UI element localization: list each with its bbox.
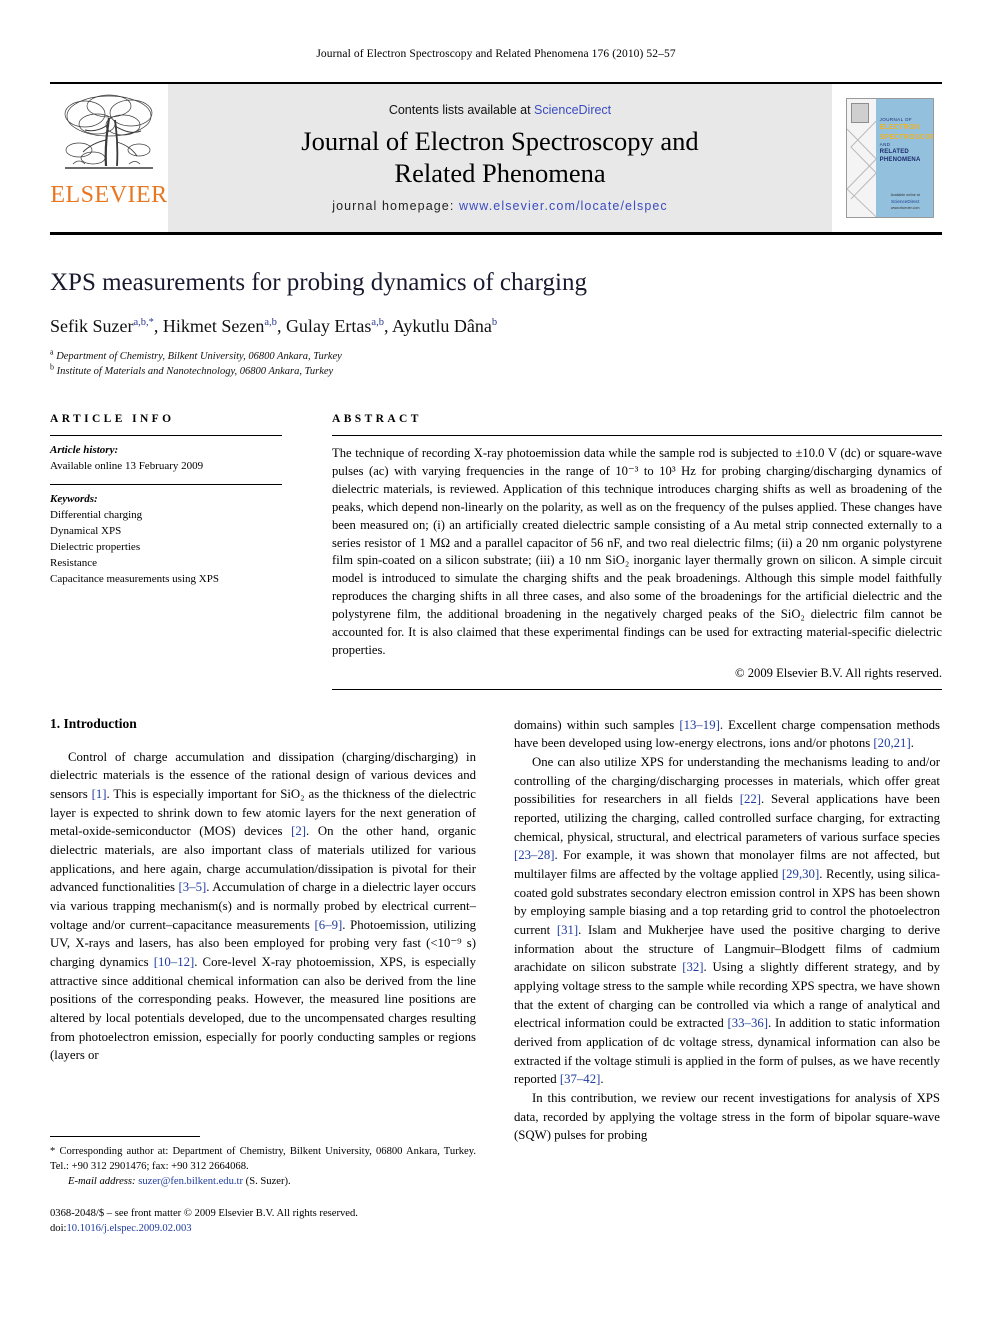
author-list: Sefik Suzera,b,*, Hikmet Sezena,b, Gulay… <box>50 315 498 336</box>
divider <box>332 688 942 690</box>
journal-title-line-1: Journal of Electron Spectroscopy and <box>301 125 699 156</box>
abstract-copyright: © 2009 Elsevier B.V. All rights reserved… <box>735 665 942 680</box>
affiliation-item: a Department of Chemistry, Bilkent Unive… <box>50 347 942 364</box>
citation-ref[interactable]: [32] <box>682 960 703 974</box>
journal-cover-cell: JOURNAL OF ELECTRON SPECTROSCOPY AND REL… <box>832 84 942 232</box>
affiliation-text: Institute of Materials and Nanotechnolog… <box>56 365 334 377</box>
article-history-value: Available online 13 February 2009 <box>50 460 204 473</box>
cover-line-3: SPECTROSCOPY <box>879 133 933 141</box>
affiliation-marker: b <box>50 362 54 372</box>
body-column-right: domains) within such samples [13–19]. Ex… <box>514 716 940 1145</box>
citation-ref[interactable]: [2] <box>291 824 306 838</box>
keywords-label: Keywords: <box>50 493 98 506</box>
section-heading-introduction: 1. Introduction <box>50 715 137 731</box>
cover-line-2: ELECTRON <box>879 124 920 132</box>
keyword-item: Capacitance measurements using XPS <box>50 572 219 585</box>
author-name: Hikmet Sezen <box>162 315 265 336</box>
article-info-heading: ARTICLE INFO <box>50 413 175 426</box>
article-info-column: ARTICLE INFO Article history: Available … <box>50 413 282 690</box>
doi-line: doi:10.1016/j.elspec.2009.02.003 <box>50 1221 476 1236</box>
title-block: XPS measurements for probing dynamics of… <box>50 269 942 379</box>
issn-copyright-block: 0368-2048/$ – see front matter © 2009 El… <box>50 1206 476 1237</box>
citation-ref[interactable]: [13–19] <box>679 718 720 732</box>
doi-label: doi: <box>50 1223 67 1235</box>
page-title: XPS measurements for probing dynamics of… <box>50 269 587 296</box>
running-head: Journal of Electron Spectroscopy and Rel… <box>316 48 676 60</box>
cover-footer-text: Available online at ScienceDirect www.el… <box>881 193 929 211</box>
info-abstract-section: ARTICLE INFO Article history: Available … <box>50 413 942 690</box>
journal-title-line-2: Related Phenomena <box>394 158 606 188</box>
email-suffix: (S. Suzer). <box>245 1175 291 1187</box>
affiliation-list: a Department of Chemistry, Bilkent Unive… <box>50 347 942 379</box>
citation-ref[interactable]: [22] <box>740 792 761 806</box>
citation-ref[interactable]: [37–42] <box>560 1072 601 1086</box>
author-affil-marker: a,b <box>371 316 384 328</box>
sciencedirect-link[interactable]: ScienceDirect <box>534 103 611 117</box>
affiliation-marker: a <box>50 347 54 357</box>
footnote-area: * Corresponding author at: Department of… <box>50 1135 476 1237</box>
citation-ref[interactable]: [23–28] <box>514 848 555 862</box>
body-columns: 1. Introduction Control of charge accumu… <box>50 715 942 1234</box>
cover-elsevier-badge <box>851 103 869 123</box>
elsevier-tree-icon <box>64 94 153 169</box>
citation-ref[interactable]: [10–12] <box>154 955 195 969</box>
email-link[interactable]: suzer@fen.bilkent.edu.tr <box>138 1176 243 1187</box>
contents-prefix: Contents lists available at <box>388 102 535 117</box>
citation-ref[interactable]: [1] <box>92 787 107 801</box>
keywords-block: Keywords: Differential charging Dynamica… <box>50 485 282 597</box>
article-history-label: Article history: <box>50 444 119 457</box>
author-name: Gulay Ertas <box>285 315 372 336</box>
journal-title: Journal of Electron Spectroscopy and Rel… <box>301 125 698 190</box>
author-affil-marker: a,b,* <box>133 316 154 328</box>
keyword-item: Dynamical XPS <box>50 524 122 537</box>
citation-ref[interactable]: [6–9] <box>315 918 343 932</box>
journal-masthead: ELSEVIER Contents lists available at Sci… <box>50 82 942 235</box>
cover-title-text: JOURNAL OF ELECTRON SPECTROSCOPY AND REL… <box>879 117 933 164</box>
paragraph: Control of charge accumulation and dissi… <box>50 749 477 1063</box>
homepage-label: journal homepage: <box>332 199 455 214</box>
citation-ref[interactable]: [31] <box>557 923 578 937</box>
affiliation-text: Department of Chemistry, Bilkent Univers… <box>56 350 342 362</box>
citation-ref[interactable]: [29,30] <box>782 867 819 881</box>
author-name: Sefik Suzer <box>50 315 134 336</box>
cover-foot-3: www.elsevier.com <box>890 205 920 210</box>
paragraph: In this contribution, we review our rece… <box>514 1091 940 1143</box>
issn-line: 0368-2048/$ – see front matter © 2009 El… <box>50 1207 358 1219</box>
affiliation-item: b Institute of Materials and Nanotechnol… <box>50 362 942 379</box>
homepage-url-link[interactable]: www.elsevier.com/locate/elspec <box>459 199 668 213</box>
keyword-item: Resistance <box>50 556 98 569</box>
abstract-column: ABSTRACT The technique of recording X-ra… <box>332 413 942 690</box>
footnote-divider <box>50 1135 200 1137</box>
keyword-item: Dielectric properties <box>50 540 141 553</box>
masthead-center: Contents lists available at ScienceDirec… <box>168 84 832 232</box>
abstract-heading: ABSTRACT <box>332 413 422 426</box>
doi-link[interactable]: 10.1016/j.elspec.2009.02.003 <box>66 1223 191 1234</box>
abstract-text: The technique of recording X-ray photoem… <box>332 446 942 657</box>
author-affil-marker: b <box>491 316 498 328</box>
article-history-block: Article history: Available online 13 Feb… <box>50 436 282 484</box>
article-page: Journal of Electron Spectroscopy and Rel… <box>0 0 992 1323</box>
citation-ref[interactable]: [3–5] <box>179 880 207 894</box>
citation-ref[interactable]: [20,21] <box>873 736 910 750</box>
cover-foot-2: ScienceDirect <box>891 198 920 204</box>
journal-homepage-line: journal homepage: www.elsevier.com/locat… <box>332 199 668 213</box>
journal-cover-thumbnail: JOURNAL OF ELECTRON SPECTROSCOPY AND REL… <box>846 98 934 218</box>
corresponding-author-note: * Corresponding author at: Department of… <box>50 1144 476 1189</box>
paragraph: One can also utilize XPS for understandi… <box>514 755 941 1087</box>
elsevier-logo: ELSEVIER <box>50 84 168 232</box>
email-label: E-mail address: <box>68 1175 136 1187</box>
corresponding-author-text: * Corresponding author at: Department of… <box>50 1145 476 1172</box>
cover-line-5: RELATED PHENOMENA <box>879 149 921 164</box>
contents-available-line: Contents lists available at ScienceDirec… <box>389 103 611 117</box>
author-affil-marker: a,b <box>264 316 277 328</box>
keyword-item: Differential charging <box>50 509 143 521</box>
body-column-left: 1. Introduction Control of charge accumu… <box>50 715 477 1234</box>
author-name: Aykutlu Dâna <box>391 315 492 336</box>
citation-ref[interactable]: [33–36] <box>728 1016 769 1030</box>
paragraph: domains) within such samples [13–19]. Ex… <box>514 717 941 751</box>
elsevier-wordmark: ELSEVIER <box>50 182 168 208</box>
